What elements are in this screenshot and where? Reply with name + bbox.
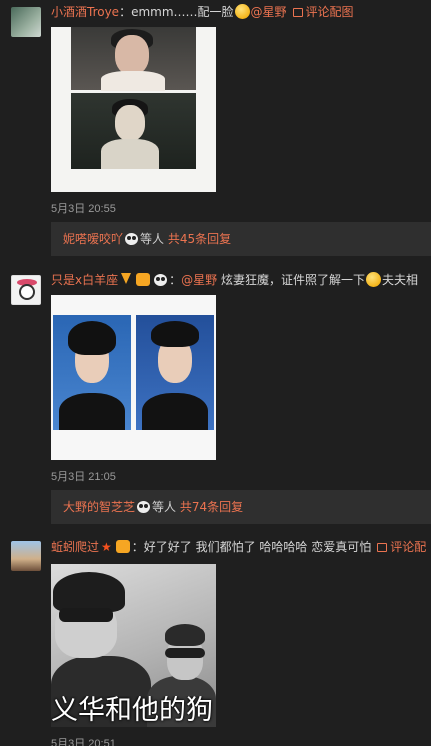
comment-picture-label: 评论配图 (305, 5, 354, 19)
avatar[interactable] (11, 7, 41, 37)
reply-summary[interactable]: 大野的智芝芝 等人 共74条回复 (51, 490, 431, 524)
comment-picture-link[interactable]: 评论配 (377, 540, 426, 554)
panda-icon (125, 233, 139, 245)
photo-figure (165, 648, 205, 658)
comment-body-suffix: 炫妻狂魔，证件照了解一下 (220, 273, 365, 287)
mention-link[interactable]: @星野 (251, 5, 287, 19)
username-link[interactable]: 蚯蚓爬过 (51, 540, 99, 554)
picture-icon (292, 8, 303, 17)
emoji-face-icon (234, 4, 250, 19)
comment-body: ： (169, 273, 182, 287)
photo-figure (165, 624, 205, 646)
panda-icon (154, 274, 168, 286)
comment-time: 5月3日 20:51 (51, 738, 116, 746)
avatar[interactable] (11, 275, 41, 305)
comment-photo[interactable]: 义华和他的狗 (51, 564, 216, 727)
comment-body: ：emmm……配一脸 (119, 5, 234, 19)
reply-username[interactable]: 大野的智芝芝 (63, 500, 135, 514)
comment-photo[interactable] (51, 295, 216, 460)
comment-text: 蚯蚓爬过 ★ ：好了好了 我们都怕了 哈哈哈哈 恋爱真可怕 评论配 (51, 539, 426, 555)
comment-body: ：好了好了 我们都怕了 哈哈哈哈 恋爱真可怕 (131, 540, 372, 554)
comment-time: 5月3日 20:55 (51, 203, 116, 215)
reply-count-link[interactable]: 共74条回复 (180, 500, 243, 514)
comment-body-end: 夫夫相 (381, 273, 418, 287)
photo-figure (53, 572, 125, 612)
reply-count-link[interactable]: 共45条回复 (168, 232, 231, 246)
comment-photo[interactable] (51, 27, 216, 192)
photo-figure (59, 608, 113, 622)
comment-picture-link[interactable]: 评论配图 (292, 5, 354, 19)
reply-middle-text: 等人 (140, 232, 165, 246)
mention-link[interactable]: @星野 (181, 273, 217, 287)
comment-time: 5月3日 21:05 (51, 471, 116, 483)
photo-portrait-right (136, 315, 214, 430)
username-link[interactable]: 小酒酒Troye (51, 5, 119, 19)
reply-summary[interactable]: 妮嗒嗳咬吖 等人 共45条回复 (51, 222, 431, 256)
avatar[interactable] (11, 541, 41, 571)
photo-portrait-child (71, 27, 196, 91)
emoji-face-icon (365, 272, 381, 287)
comment-text: 小酒酒Troye：emmm……配一脸 @星野 评论配图 (51, 4, 354, 20)
photo-portrait-child (71, 93, 196, 169)
vip-badge-icon (115, 540, 130, 553)
picture-icon (377, 543, 388, 552)
vip-badge-icon (136, 273, 151, 286)
comment-text: 只是x白羊座 ：@星野 炫妻狂魔，证件照了解一下 夫夫相 (51, 272, 418, 288)
star-icon: ★ (101, 540, 112, 554)
reply-username[interactable]: 妮嗒嗳咬吖 (63, 232, 123, 246)
verified-v-icon (121, 273, 132, 284)
panda-icon (137, 501, 151, 513)
reply-middle-text: 等人 (152, 500, 177, 514)
username-link[interactable]: 只是x白羊座 (51, 273, 118, 287)
photo-portrait-left (53, 315, 131, 430)
photo-subtitle: 义华和他的狗 (51, 696, 213, 726)
comment-picture-label: 评论配 (390, 540, 427, 554)
